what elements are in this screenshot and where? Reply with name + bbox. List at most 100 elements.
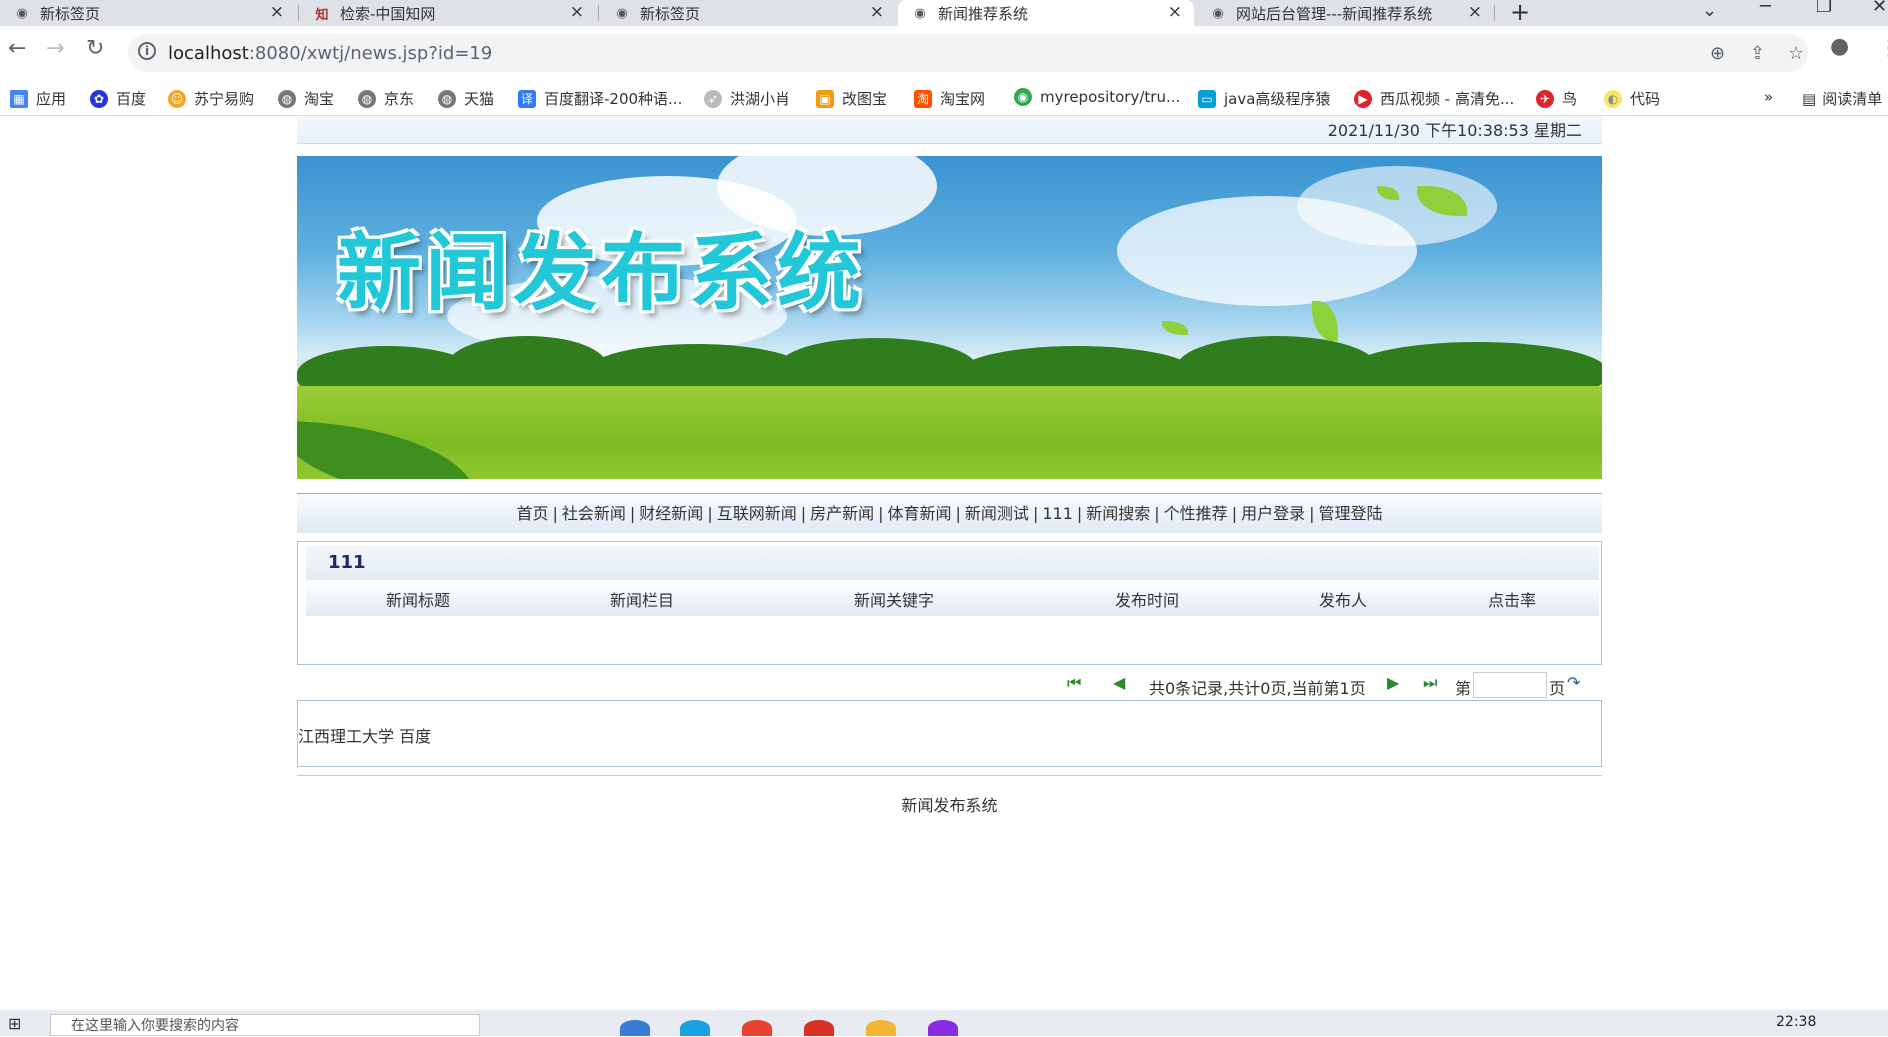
tab-title: 检索-中国知网 [340, 4, 436, 23]
taskbar-app-icon[interactable] [680, 1020, 710, 1036]
bilibili-icon: ▭ [1198, 89, 1216, 108]
nav-finance-news[interactable]: 财经新闻 [639, 504, 703, 523]
globe-icon: ◉ [1212, 5, 1224, 21]
taskbar-app-icon[interactable] [804, 1020, 834, 1036]
main-nav: 首页 | 社会新闻 | 财经新闻 | 互联网新闻 | 房产新闻 | 体育新闻 | 新闻测试 | 111 | 新闻… [297, 493, 1602, 533]
close-icon[interactable]: × [1468, 2, 1482, 22]
os-taskbar: ⊞ 在这里输入你要搜索的内容 22:38 [0, 1010, 1888, 1036]
close-icon[interactable]: × [570, 2, 584, 22]
globe-icon: ◍ [278, 89, 296, 108]
restore-icon[interactable]: ❐ [1816, 0, 1832, 17]
nav-home[interactable]: 首页 [516, 504, 548, 523]
last-page-icon[interactable]: ⏭ [1423, 673, 1437, 693]
gaitubao-icon: ▣ [816, 89, 834, 108]
apps-grid-icon: ▦ [10, 89, 28, 108]
col-click-rate: 点击率 [1487, 591, 1536, 610]
reading-list[interactable]: ▤ 阅读清单 [1802, 88, 1882, 109]
nav-news-test[interactable]: 新闻测试 [965, 504, 1029, 523]
nav-admin-login[interactable]: 管理登陆 [1318, 504, 1382, 523]
forward-icon[interactable]: → [46, 36, 64, 61]
taskbar-chrome-icon[interactable] [742, 1020, 772, 1036]
taskbar-clock: 22:38 [1776, 1014, 1817, 1030]
prev-page-icon[interactable]: ◀ [1113, 673, 1125, 692]
news-table-header: 新闻标题 新闻栏目 新闻关键字 发布时间 发布人 点击率 [306, 586, 1599, 616]
bookmark-taobao[interactable]: ◍ 淘宝 [278, 88, 334, 109]
col-title: 新闻标题 [385, 591, 450, 610]
tab-news-recommend[interactable]: ◉ 新闻推荐系统 × [898, 0, 1194, 26]
col-publish-time: 发布时间 [1114, 591, 1179, 610]
address-toolbar: ← → ↻ i localhost:8080/xwtj/news.jsp?id=… [0, 26, 1888, 80]
nav-realestate-news[interactable]: 房产新闻 [810, 504, 874, 523]
taskbar-app-icon[interactable] [620, 1020, 650, 1036]
bookmark-java[interactable]: ▭ java高级程序猿 [1198, 88, 1330, 109]
goto-suffix: 页 [1549, 679, 1566, 698]
xigua-icon: ▶ [1354, 89, 1372, 108]
profile-avatar-icon[interactable]: ● [1830, 34, 1849, 59]
close-icon[interactable]: × [1168, 2, 1182, 22]
menu-kebab-icon[interactable]: ⋮ [1878, 36, 1888, 61]
nav-internet-news[interactable]: 互联网新闻 [717, 504, 797, 523]
bookmark-bird[interactable]: ✈ 鸟 [1536, 88, 1577, 109]
divider [297, 775, 1602, 776]
bookmark-baidu-translate[interactable]: 译百度翻译-200种语... [518, 88, 682, 109]
goto-prefix: 第 [1455, 679, 1472, 698]
zoom-icon[interactable]: ⊕ [1710, 43, 1725, 64]
nav-news-search[interactable]: 新闻搜索 [1086, 504, 1150, 523]
next-page-icon[interactable]: ▶ [1387, 673, 1399, 692]
bookmark-myrepository[interactable]: ◉ myrepository/tru... [1014, 88, 1180, 106]
section-title: 111 [306, 546, 1599, 580]
friend-links: 江西理工大学 百度 [297, 700, 1602, 767]
nav-social-news[interactable]: 社会新闻 [562, 504, 626, 523]
taskbar-search[interactable]: 在这里输入你要搜索的内容 [50, 1014, 480, 1036]
bookmark-apps[interactable]: ▦ 应用 [10, 88, 66, 109]
nav-111[interactable]: 111 [1042, 504, 1073, 523]
nav-user-login[interactable]: 用户登录 [1241, 504, 1305, 523]
chrome-globe-icon: ◉ [616, 5, 628, 21]
url-text[interactable]: localhost:8080/xwtj/news.jsp?id=19 [168, 43, 492, 64]
bookmark-tmall[interactable]: ◍ 天猫 [438, 88, 494, 109]
share-icon[interactable]: ⇪ [1750, 43, 1765, 64]
new-tab-button[interactable]: + [1510, 0, 1530, 26]
bookmark-gaitubao[interactable]: ▣ 改图宝 [816, 88, 887, 109]
nav-personal-recommend[interactable]: 个性推荐 [1164, 504, 1228, 523]
bookmark-star-icon[interactable]: ☆ [1788, 43, 1804, 64]
close-icon[interactable]: × [270, 2, 284, 22]
minimize-icon[interactable]: ─ [1760, 0, 1771, 17]
friend-links-text[interactable]: 江西理工大学 百度 [298, 723, 431, 747]
close-window-icon[interactable]: ✕ [1872, 0, 1887, 17]
goto-page-input[interactable] [1473, 672, 1547, 698]
nav-sports-news[interactable]: 体育新闻 [888, 504, 952, 523]
windows-start-icon[interactable]: ⊞ [8, 1014, 21, 1033]
bookmark-honghu[interactable]: ➶ 洪湖小肖 [704, 88, 790, 109]
site-info-icon[interactable]: i [138, 42, 156, 60]
taskbar-app-icon[interactable] [928, 1020, 958, 1036]
bookmarks-more-icon[interactable]: » [1764, 88, 1773, 106]
bookmarks-bar: ▦ 应用 ✿ 百度 ☺ 苏宁易购 ◍ 淘宝 ◍ 京东 ◍ 天猫 译百度翻译-200种语...… [0, 80, 1888, 116]
bookmark-taobaowang[interactable]: 淘淘宝网 [914, 88, 985, 109]
close-icon[interactable]: × [870, 2, 884, 22]
tab-new-2[interactable]: ◉ 新标签页 × [600, 0, 896, 26]
taskbar-folder-icon[interactable] [866, 1020, 896, 1036]
bookmark-suning[interactable]: ☺ 苏宁易购 [168, 88, 254, 109]
first-page-icon[interactable]: ⏮ [1067, 673, 1081, 693]
tab-search-icon[interactable]: ⌄ [1702, 0, 1717, 21]
grass-field [297, 386, 1602, 479]
tab-bar: ◉ 新标签页 × 知 检索-中国知网 × ◉ 新标签页 × ◉ 新闻推荐系统 ×… [0, 0, 1888, 26]
globe-icon: ◉ [914, 5, 926, 21]
bookmark-baidu[interactable]: ✿ 百度 [90, 88, 146, 109]
tab-cnki[interactable]: 知 检索-中国知网 × [300, 0, 596, 26]
tab-new-1[interactable]: ◉ 新标签页 × [0, 0, 296, 26]
suning-icon: ☺ [168, 89, 186, 108]
news-page: 2021/11/30 下午10:38:53 星期二 新闻发布系统 首页 | 社会新闻… [297, 117, 1602, 815]
cnki-icon: 知 [315, 7, 329, 23]
bookmark-xigua[interactable]: ▶ 西瓜视频 - 高清免... [1354, 88, 1514, 109]
goto-refresh-icon[interactable]: ↷ [1567, 673, 1580, 692]
current-datetime: 2021/11/30 下午10:38:53 星期二 [1327, 121, 1582, 140]
bookmark-code[interactable]: ◐ 代码 [1604, 88, 1660, 109]
tab-admin[interactable]: ◉ 网站后台管理---新闻推荐系统 × [1196, 0, 1494, 26]
reload-icon[interactable]: ↻ [86, 36, 104, 61]
url-bar[interactable]: i localhost:8080/xwtj/news.jsp?id=19 ⊕ ⇪… [128, 34, 1808, 72]
back-icon[interactable]: ← [8, 36, 26, 61]
tab-title: 新闻推荐系统 [938, 4, 1029, 23]
bookmark-jd[interactable]: ◍ 京东 [358, 88, 414, 109]
